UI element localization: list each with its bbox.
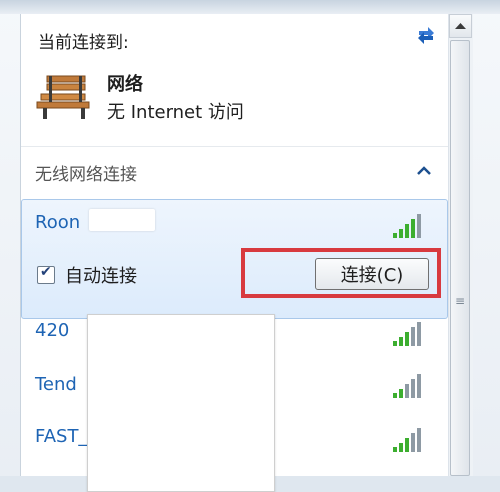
network-bench-icon bbox=[36, 75, 90, 119]
section-divider bbox=[21, 146, 448, 147]
arrow-up-icon bbox=[455, 23, 466, 29]
network-list-panel: 当前连接到: 网络 无 Internet 访问 无线网络连接 Roon ✔ 自动… bbox=[20, 14, 448, 492]
signal-strength-icon bbox=[393, 428, 421, 452]
current-connection-title: 当前连接到: bbox=[38, 33, 129, 53]
scroll-thumb[interactable]: ≡ bbox=[450, 40, 470, 476]
signal-strength-icon bbox=[393, 214, 421, 238]
redaction-box bbox=[87, 314, 275, 492]
wireless-section-title: 无线网络连接 bbox=[35, 165, 137, 185]
current-network-status: 无 Internet 访问 bbox=[107, 102, 244, 123]
chevron-up-icon[interactable] bbox=[413, 160, 435, 182]
redacted-ssid-box bbox=[89, 209, 155, 231]
signal-strength-icon bbox=[393, 374, 421, 398]
checkmark-icon: ✔ bbox=[40, 264, 52, 280]
refresh-icon[interactable] bbox=[413, 22, 439, 48]
autoconnect-checkbox[interactable]: ✔ bbox=[37, 264, 55, 284]
scrollbar[interactable]: ≡ bbox=[448, 14, 473, 476]
scroll-up-button[interactable] bbox=[449, 14, 472, 38]
signal-strength-icon bbox=[393, 322, 421, 346]
network-ssid[interactable]: Tend bbox=[35, 374, 77, 395]
network-ssid[interactable]: FAST_ bbox=[35, 426, 87, 447]
connect-button[interactable]: 连接(C) bbox=[315, 258, 429, 290]
grip-icon: ≡ bbox=[455, 294, 466, 308]
frame-top-edge bbox=[0, 0, 500, 14]
autoconnect-label: 自动连接 bbox=[65, 266, 137, 287]
network-ssid[interactable]: Roon bbox=[35, 212, 80, 233]
network-ssid[interactable]: 420 bbox=[35, 320, 69, 341]
network-flyout: 当前连接到: 网络 无 Internet 访问 无线网络连接 Roon ✔ 自动… bbox=[0, 0, 500, 492]
current-network-name: 网络 bbox=[107, 74, 143, 95]
